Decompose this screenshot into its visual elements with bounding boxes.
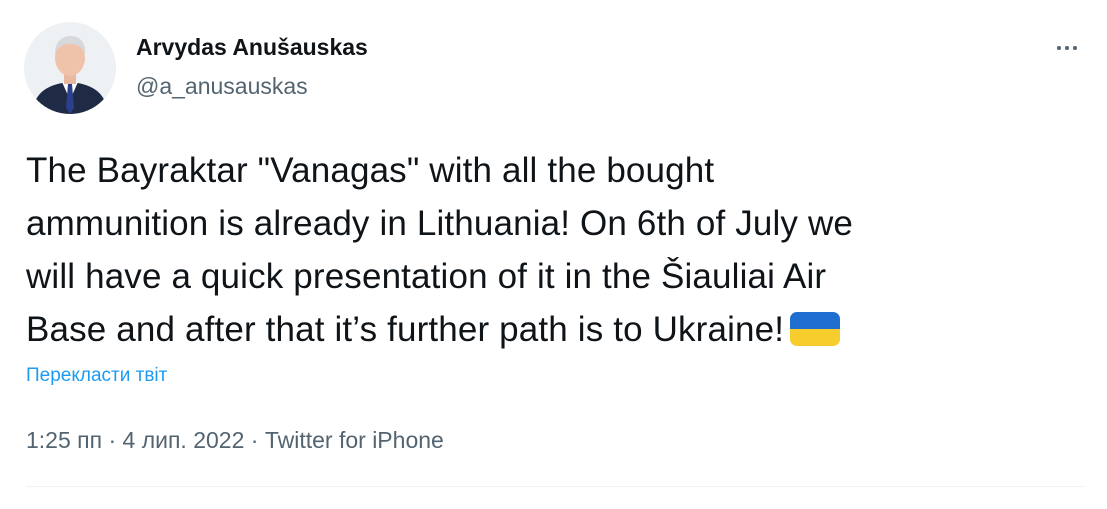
avatar[interactable] xyxy=(24,22,116,114)
tweet-card: Arvydas Anušauskas @a_anusauskas The Bay… xyxy=(0,0,1107,509)
meta-separator: · xyxy=(108,427,117,453)
tweet-text: The Bayraktar "Vanagas" with all the bou… xyxy=(26,144,1086,356)
tweet-text-segment: Base and after that it’s further path is… xyxy=(26,310,785,349)
tweet-source[interactable]: Twitter for iPhone xyxy=(265,427,444,453)
tweet-text-line: The Bayraktar "Vanagas" with all the bou… xyxy=(26,151,715,190)
ukraine-flag-icon xyxy=(790,312,841,346)
tweet-meta: 1:25 пп · 4 лип. 2022 · Twitter for iPho… xyxy=(26,424,444,456)
more-dots-icon xyxy=(1057,46,1061,50)
more-dots-icon xyxy=(1073,46,1077,50)
tweet-time[interactable]: 1:25 пп xyxy=(26,427,102,453)
more-dots-icon xyxy=(1065,46,1069,50)
avatar-photo xyxy=(24,22,116,114)
divider xyxy=(26,486,1085,487)
tweet-text-line: will have a quick presentation of it in … xyxy=(26,257,827,296)
tweet-text-line: Base and after that it’s further path is… xyxy=(26,303,1086,356)
meta-separator: · xyxy=(250,427,259,453)
tweet-text-line: ammunition is already in Lithuania! On 6… xyxy=(26,204,853,243)
author-display-name[interactable]: Arvydas Anušauskas xyxy=(136,32,368,62)
translate-tweet-link[interactable]: Перекласти твіт xyxy=(26,363,167,389)
author-block: Arvydas Anušauskas @a_anusauskas xyxy=(136,32,368,101)
more-options-button[interactable] xyxy=(1049,34,1085,62)
tweet-date[interactable]: 4 лип. 2022 xyxy=(123,427,245,453)
author-handle[interactable]: @a_anusauskas xyxy=(136,71,368,101)
